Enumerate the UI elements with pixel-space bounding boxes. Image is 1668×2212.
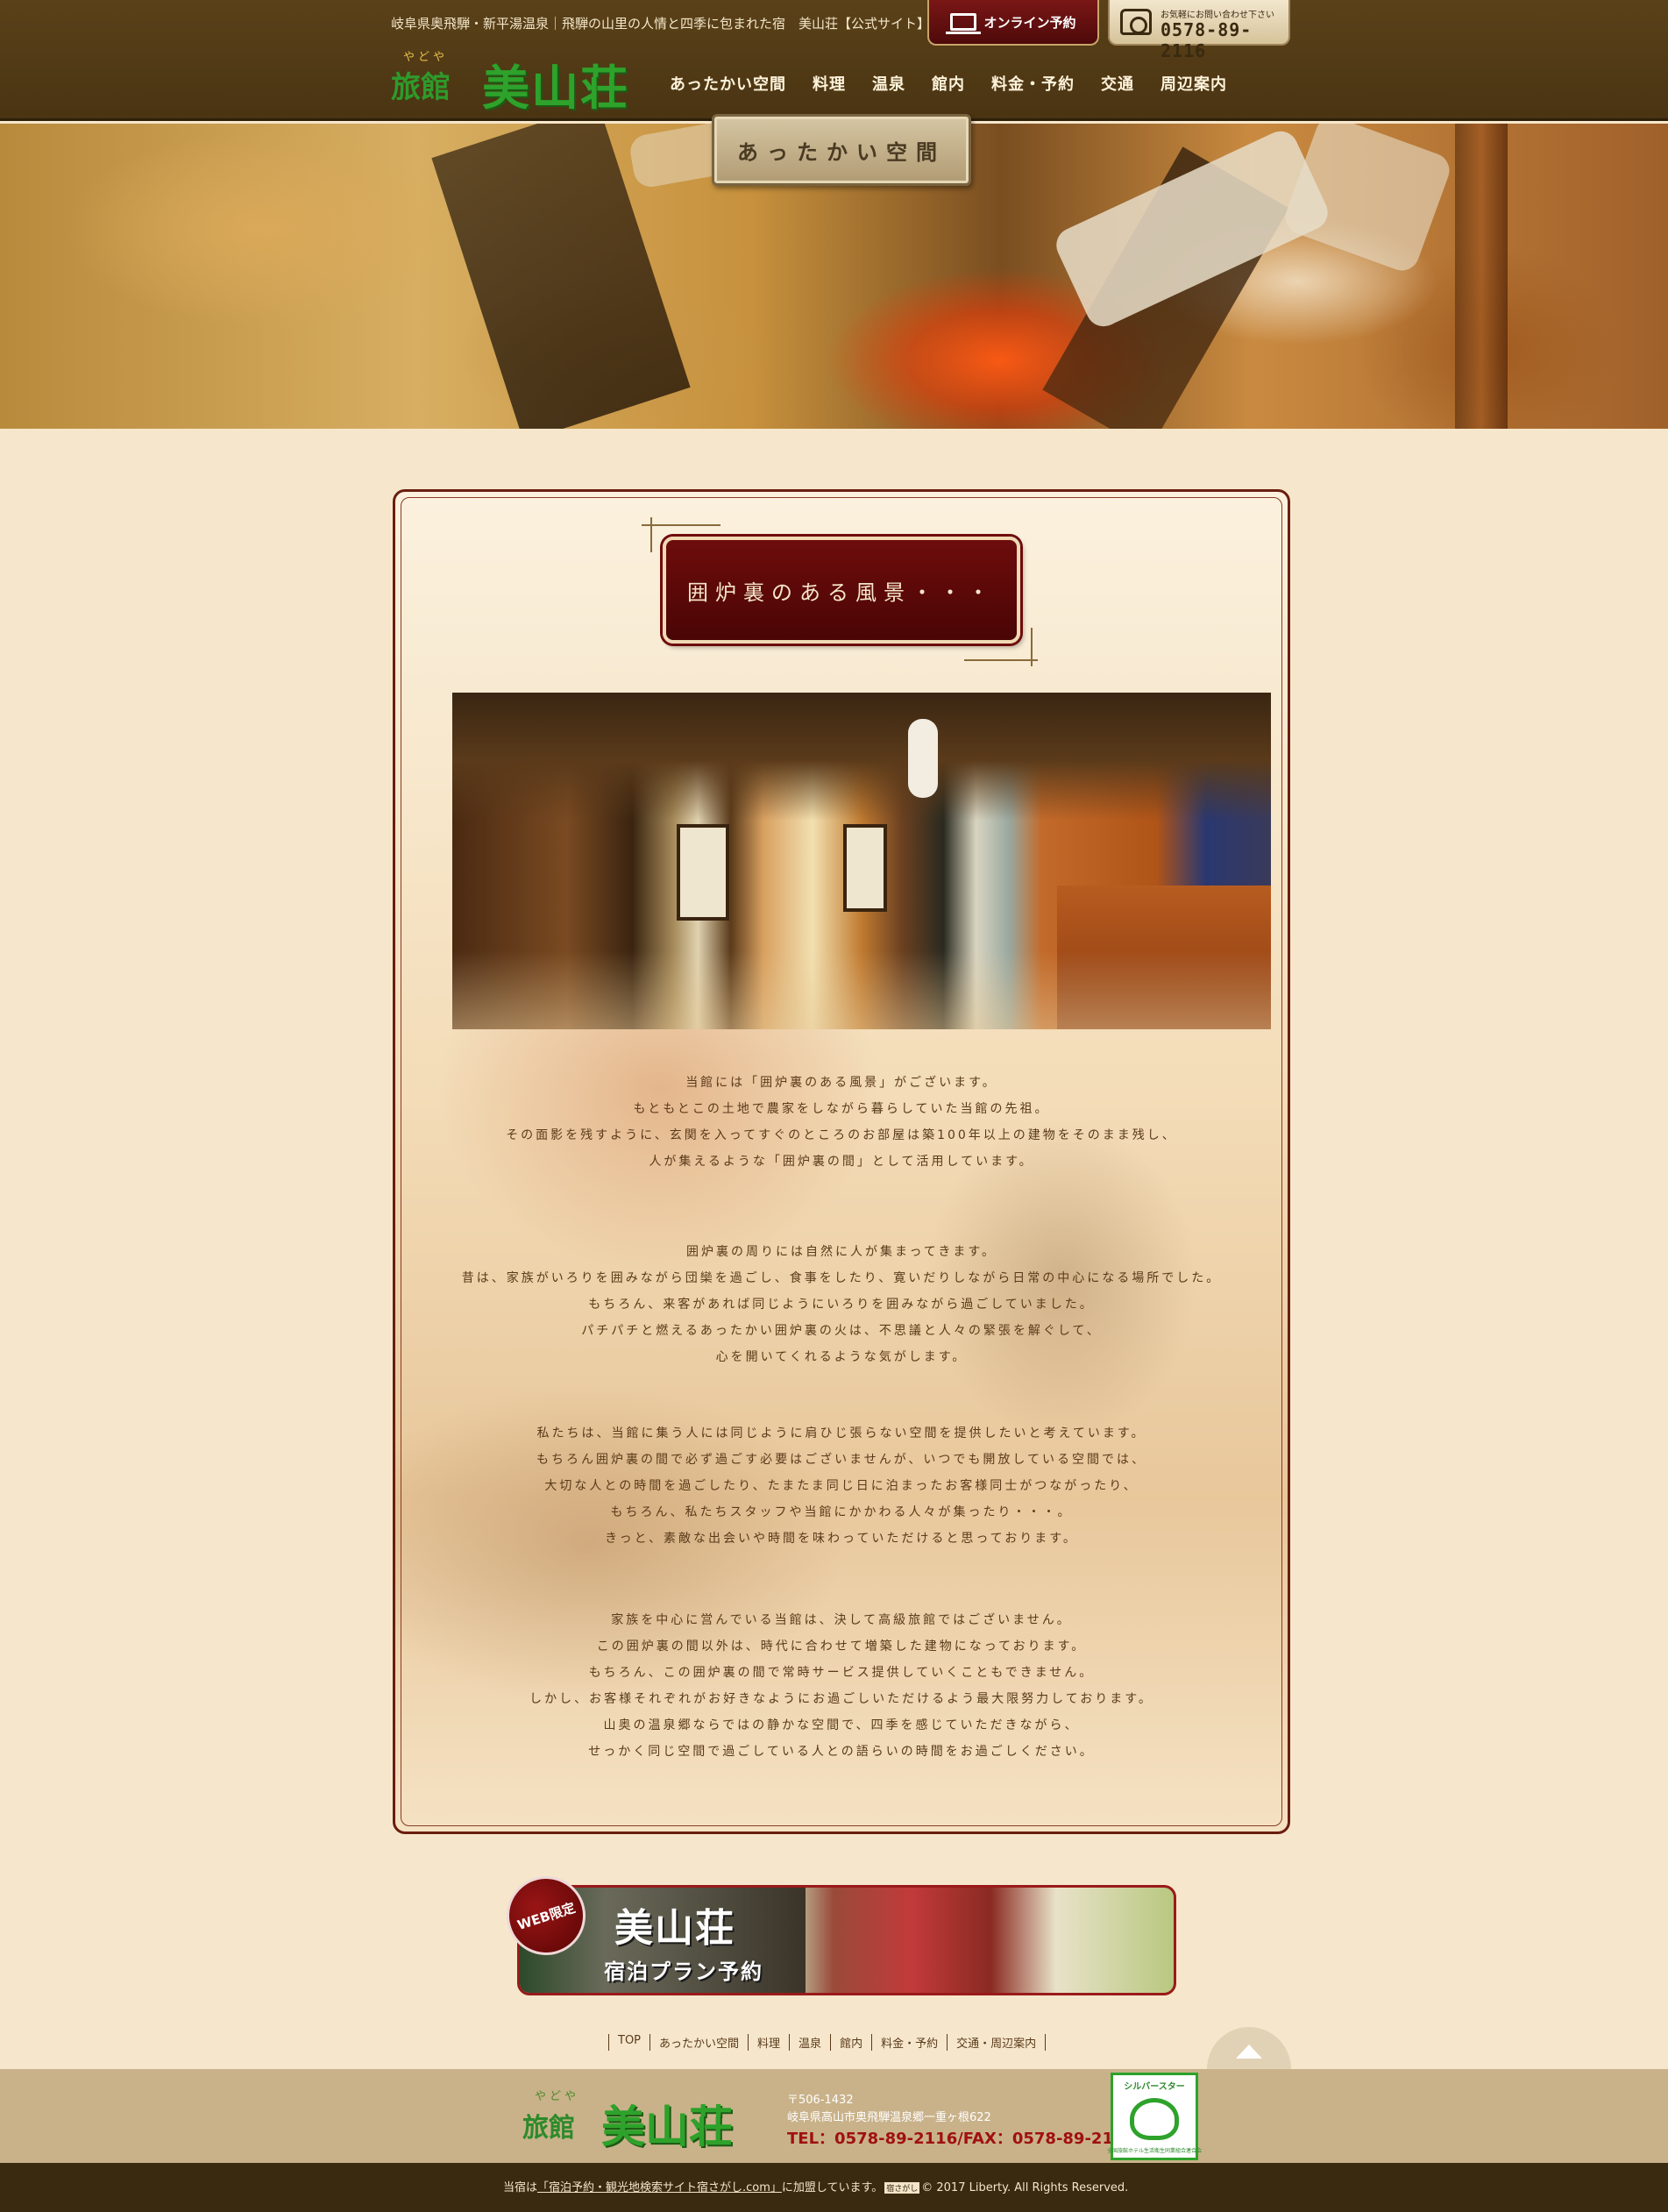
page-top-button[interactable] — [1207, 2027, 1291, 2069]
web-plan-banner[interactable]: 美山荘 宿泊プラン予約 — [517, 1885, 1176, 1995]
footer-nav: TOP あったかい空間 料理 温泉 館内 料金・予約 交通・周辺案内 — [608, 2034, 1047, 2051]
footer-logo[interactable]: やどや 旅館 美山荘 — [522, 2087, 768, 2152]
paragraph: 家族を中心に営んでいる当館は、決して高級旅館ではございません。 この囲炉裏の間以… — [529, 1613, 1153, 1759]
footer-logo-ruby: やどや — [535, 2090, 580, 2103]
tel-button[interactable]: お気軽にお問い合わせ下さい 0578-89-2116 — [1108, 0, 1290, 61]
footer-nav-access[interactable]: 交通・周辺案内 — [947, 2034, 1047, 2051]
yadosagashi-badge: 宿さがし — [884, 2182, 920, 2194]
footer-nav-price[interactable]: 料金・予約 — [871, 2034, 947, 2051]
online-reservation-label: オンライン予約 — [983, 14, 1076, 31]
silver-star-org: 全国旅館ホテル生活衛生同業組合連合会 — [1107, 2148, 1203, 2154]
decor-line — [642, 524, 720, 526]
nav-item-onsen[interactable]: 温泉 — [859, 72, 919, 95]
footer-contact: 〒506-1432 岐阜県高山市奥飛騨温泉郷一重ヶ根622 TEL：0578-8… — [787, 2092, 1135, 2148]
footer-nav-space[interactable]: あったかい空間 — [649, 2034, 748, 2051]
site-header: 岐阜県奥飛騨・新平湯温泉｜飛騨の山里の人情と四季に包まれた宿 美山荘【公式サイト… — [0, 0, 1668, 121]
site-logo[interactable]: やどや 旅館 美山荘 — [391, 47, 654, 116]
shoji-image — [677, 824, 729, 921]
postal-code: 〒506-1432 — [787, 2094, 854, 2107]
shoji-image — [843, 824, 887, 912]
paragraph: 囲炉裏の周りには自然に人が集まってきます。 昔は、家族がいろりを囲みながら団欒を… — [461, 1245, 1222, 1364]
decor-line — [1031, 628, 1033, 666]
tel-number: 0578-89-2116 — [1161, 19, 1253, 61]
site-tagline: 岐阜県奥飛騨・新平湯温泉｜飛騨の山里の人情と四季に包まれた宿 美山荘【公式サイト… — [391, 16, 931, 32]
footer-logo-kanji: 旅館 — [522, 2113, 575, 2144]
laptop-icon — [946, 13, 982, 34]
decor-line — [650, 517, 652, 552]
footer-nav-facility[interactable]: 館内 — [830, 2034, 871, 2051]
footer-nav-onsen[interactable]: 温泉 — [789, 2034, 830, 2051]
nav-item-price[interactable]: 料金・予約 — [978, 72, 1088, 95]
nav-item-access[interactable]: 交通 — [1088, 72, 1147, 95]
footer-nav-cuisine[interactable]: 料理 — [748, 2034, 789, 2051]
nav-item-space[interactable]: あったかい空間 — [670, 72, 799, 95]
ash-image — [1280, 124, 1455, 276]
nav-item-facility[interactable]: 館内 — [919, 72, 978, 95]
charcoal-image — [1455, 124, 1508, 429]
irori-room-photo — [452, 693, 1271, 1029]
yadosagashi-link[interactable]: 「宿泊予約・観光地検索サイト宿さがし.com」 — [537, 2181, 782, 2194]
paragraph: 当館には「囲炉裏のある風景」がございます。 もともとこの土地で農家をしながら暮ら… — [506, 1076, 1177, 1169]
copyright-text: © 2017 Liberty. All Rights Reserved. — [921, 2181, 1129, 2194]
address: 岐阜県高山市奥飛騨温泉郷一重ヶ根622 — [787, 2111, 991, 2124]
nav-item-cuisine[interactable]: 料理 — [799, 72, 859, 95]
banner-plan-label: 宿泊プラン予約 — [604, 1960, 763, 1984]
logo-ruby: やどや — [403, 51, 449, 64]
decor-line — [964, 659, 1038, 661]
footer-logo-name: 美山荘 — [601, 2101, 733, 2152]
logo-kanji: 旅館 — [391, 70, 451, 105]
copyright: 当宿は「宿泊予約・観光地検索サイト宿さがし.com」に加盟しています。 宿さがし ©… — [503, 2181, 1129, 2194]
online-reservation-button[interactable]: オンライン予約 — [927, 0, 1099, 46]
tel-caption: お気軽にお問い合わせ下さい — [1161, 11, 1274, 20]
logo-name: 美山荘 — [482, 60, 629, 116]
lantern-image — [908, 719, 938, 798]
silver-star-label: シルバースター — [1124, 2082, 1185, 2092]
banner-brand: 美山荘 — [614, 1906, 735, 1951]
page-title: あったかい空間 — [712, 114, 971, 186]
phone-icon — [1120, 9, 1152, 35]
footer-nav-top[interactable]: TOP — [608, 2034, 649, 2051]
nav-item-around[interactable]: 周辺案内 — [1147, 72, 1240, 95]
silver-star-badge[interactable]: シルバースター 全国旅館ホテル生活衛生同業組合連合会 — [1107, 2073, 1202, 2160]
section-title: 囲炉裏のある風景・・・ — [663, 537, 1020, 644]
main-nav: あったかい空間 料理 温泉 館内 料金・予約 交通 周辺案内 — [670, 72, 1240, 95]
tel-fax: TEL：0578-89-2116/FAX：0578-89-2117 — [787, 2130, 1136, 2148]
silver-star-icon — [1130, 2098, 1179, 2140]
paragraph: 私たちは、当館に集う人には同じように肩ひじ張らない空間を提供したいと考えています… — [536, 1426, 1147, 1546]
